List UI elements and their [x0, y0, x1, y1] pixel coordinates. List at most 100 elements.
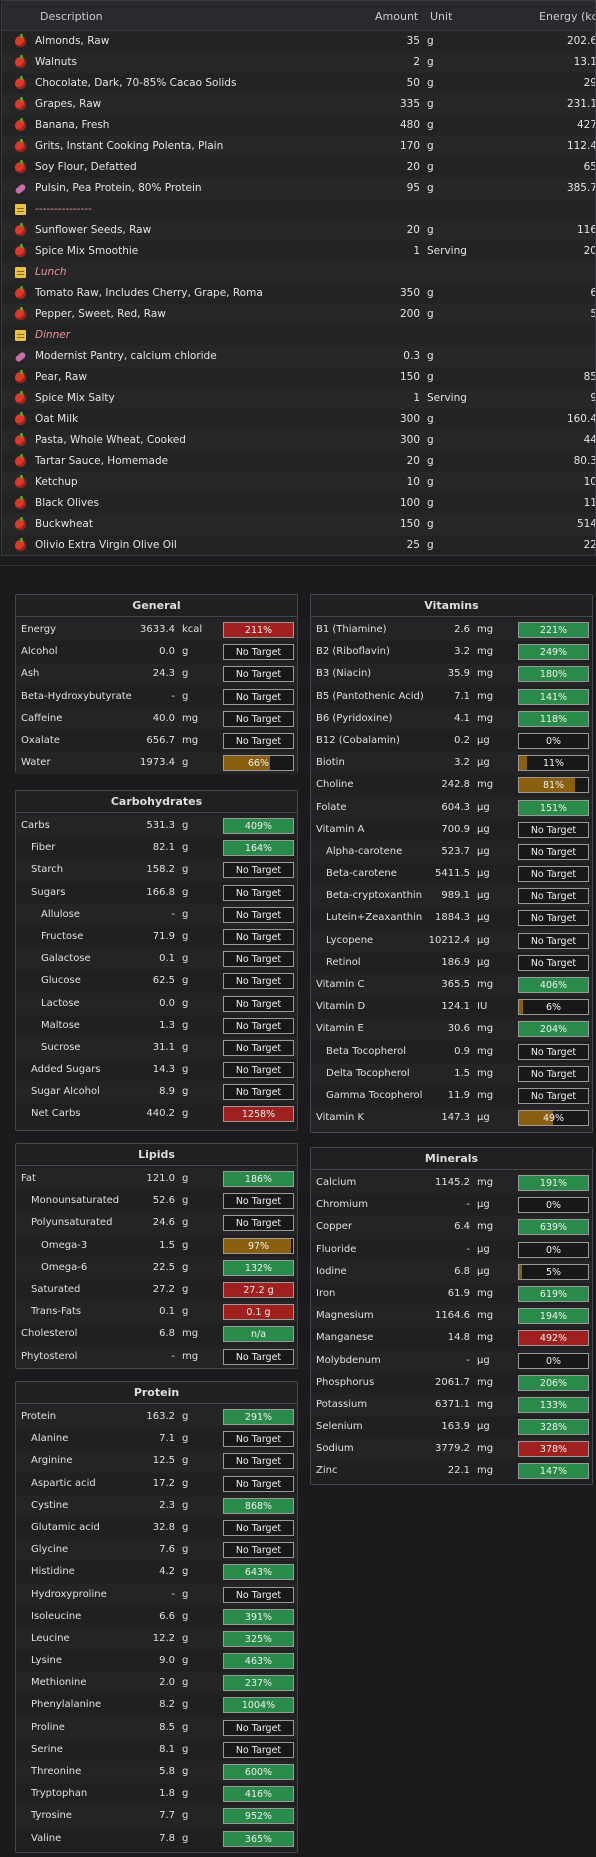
nutrient-row[interactable]: Glycine 7.6 g No Target	[16, 1539, 297, 1562]
nutrient-row[interactable]: Delta Tocopherol 1.5 mg No Target	[311, 1062, 592, 1085]
nutrient-row[interactable]: Beta Tocopherol 0.9 mg No Target	[311, 1041, 592, 1063]
nutrient-row[interactable]: Oxalate 656.7 mg No Target	[16, 730, 297, 752]
diary-food-row[interactable]: Buckwheat 150 g 514	[2, 514, 595, 535]
nutrient-row[interactable]: Beta-Hydroxybutyrate - g No Target	[16, 686, 297, 708]
nutrient-row[interactable]: Calcium 1145.2 mg 191%	[311, 1172, 592, 1195]
col-description-header[interactable]: Description	[40, 10, 103, 23]
nutrient-row[interactable]: Water 1973.4 g 66%	[16, 752, 297, 775]
diary-food-row[interactable]: Pasta, Whole Wheat, Cooked 300 g 44	[2, 430, 595, 451]
nutrient-row[interactable]: Gamma Tocopherol 11.9 mg No Target	[311, 1085, 592, 1107]
nutrient-row[interactable]: Histidine 4.2 g 643%	[16, 1561, 297, 1583]
nutrient-row[interactable]: Leucine 12.2 g 325%	[16, 1627, 297, 1651]
nutrient-row[interactable]: Alcohol 0.0 g No Target	[16, 641, 297, 663]
nutrient-row[interactable]: Lysine 9.0 g 463%	[16, 1650, 297, 1672]
nutrient-row[interactable]: Isoleucine 6.6 g 391%	[16, 1606, 297, 1628]
nutrient-row[interactable]: Cholesterol 6.8 mg n/a	[16, 1323, 297, 1345]
nutrient-row[interactable]: Maltose 1.3 g No Target	[16, 1015, 297, 1037]
diary-food-row[interactable]: Grits, Instant Cooking Polenta, Plain 170…	[2, 136, 595, 157]
nutrient-row[interactable]: Saturated 27.2 g 27.2 g	[16, 1279, 297, 1301]
nutrient-row[interactable]: Glutamic acid 32.8 g No Target	[16, 1517, 297, 1539]
diary-food-row[interactable]: Olivio Extra Virgin Olive Oil 25 g 22	[2, 535, 595, 555]
col-unit-header[interactable]: Unit	[430, 10, 452, 23]
nutrient-row[interactable]: Folate 604.3 µg 151%	[311, 796, 592, 819]
col-energy-header[interactable]: Energy (kcal	[539, 10, 595, 23]
nutrient-row[interactable]: Choline 242.8 mg 81%	[311, 774, 592, 796]
nutrient-row[interactable]: Lactose 0.0 g No Target	[16, 992, 297, 1015]
nutrient-row[interactable]: Lutein+Zeaxanthin 1884.3 µg No Target	[311, 907, 592, 929]
nutrient-row[interactable]: B6 (Pyridoxine) 4.1 mg 118%	[311, 707, 592, 730]
nutrient-row[interactable]: Beta-cryptoxanthin 989.1 µg No Target	[311, 885, 592, 908]
nutrient-row[interactable]: Iron 61.9 mg 619%	[311, 1283, 592, 1305]
nutrient-row[interactable]: Tryptophan 1.8 g 416%	[16, 1783, 297, 1805]
nutrient-row[interactable]: Vitamin E 30.6 mg 204%	[311, 1018, 592, 1041]
nutrient-row[interactable]: Retinol 186.9 µg No Target	[311, 952, 592, 974]
diary-note-row[interactable]: Dinner	[2, 325, 595, 346]
nutrient-row[interactable]: Hydroxyproline - g No Target	[16, 1583, 297, 1606]
nutrient-row[interactable]: B3 (Niacin) 35.9 mg 180%	[311, 663, 592, 686]
diary-food-row[interactable]: Soy Flour, Defatted 20 g 65	[2, 157, 595, 178]
nutrient-row[interactable]: Fluoride - µg 0%	[311, 1239, 592, 1261]
nutrient-row[interactable]: Manganese 14.8 mg 492%	[311, 1327, 592, 1349]
nutrient-row[interactable]: Potassium 6371.1 mg 133%	[311, 1393, 592, 1417]
nutrient-row[interactable]: Zinc 22.1 mg 147%	[311, 1460, 592, 1482]
nutrient-row[interactable]: Fiber 82.1 g 164%	[16, 837, 297, 859]
diary-food-row[interactable]: Spice Mix Smoothie 1 Serving 20	[2, 241, 595, 262]
nutrient-row[interactable]: B5 (Pantothenic Acid) 7.1 mg 141%	[311, 686, 592, 708]
nutrient-row[interactable]: Galactose 0.1 g No Target	[16, 948, 297, 971]
nutrient-row[interactable]: Valine 7.8 g 365%	[16, 1828, 297, 1850]
nutrient-row[interactable]: Phenylalanine 8.2 g 1004%	[16, 1694, 297, 1716]
diary-note-row[interactable]: Lunch	[2, 262, 595, 283]
nutrient-row[interactable]: B2 (Riboflavin) 3.2 mg 249%	[311, 641, 592, 663]
diary-food-row[interactable]: Ketchup 10 g 10	[2, 472, 595, 493]
nutrient-row[interactable]: Starch 158.2 g No Target	[16, 859, 297, 882]
diary-food-row[interactable]: Banana, Fresh 480 g 427	[2, 115, 595, 136]
nutrient-row[interactable]: Tyrosine 7.7 g 952%	[16, 1805, 297, 1828]
nutrient-row[interactable]: Selenium 163.9 µg 328%	[311, 1416, 592, 1438]
diary-food-row[interactable]: Pear, Raw 150 g 85	[2, 367, 595, 388]
nutrient-row[interactable]: Vitamin D 124.1 IU 6%	[311, 996, 592, 1018]
nutrient-row[interactable]: Carbs 531.3 g 409%	[16, 815, 297, 838]
nutrient-row[interactable]: Energy 3633.4 kcal 211%	[16, 619, 297, 642]
nutrient-row[interactable]: Sugars 166.8 g No Target	[16, 882, 297, 904]
nutrient-row[interactable]: Cystine 2.3 g 868%	[16, 1494, 297, 1517]
nutrient-row[interactable]: Molybdenum - µg 0%	[311, 1349, 592, 1372]
diary-food-row[interactable]: Pepper, Sweet, Red, Raw 200 g 5	[2, 304, 595, 325]
nutrient-row[interactable]: Protein 163.2 g 291%	[16, 1406, 297, 1429]
nutrient-row[interactable]: Ash 24.3 g No Target	[16, 663, 297, 686]
nutrient-row[interactable]: Vitamin C 365.5 mg 406%	[311, 974, 592, 997]
diary-food-row[interactable]: Pulsin, Pea Protein, 80% Protein 95 g 385.7	[2, 178, 595, 199]
nutrient-row[interactable]: Added Sugars 14.3 g No Target	[16, 1059, 297, 1081]
col-amount-header[interactable]: Amount	[375, 10, 418, 23]
nutrient-row[interactable]: Caffeine 40.0 mg No Target	[16, 707, 297, 730]
nutrient-row[interactable]: Sucrose 31.1 g No Target	[16, 1036, 297, 1060]
nutrient-row[interactable]: Trans-Fats 0.1 g 0.1 g	[16, 1301, 297, 1324]
nutrient-row[interactable]: Omega-3 1.5 g 97%	[16, 1235, 297, 1257]
nutrient-row[interactable]: Chromium - µg 0%	[311, 1194, 592, 1216]
nutrient-row[interactable]: Vitamin A 700.9 µg No Target	[311, 819, 592, 841]
diary-food-row[interactable]: Walnuts 2 g 13.1	[2, 52, 595, 73]
nutrient-row[interactable]: Aspartic acid 17.2 g No Target	[16, 1473, 297, 1495]
nutrient-row[interactable]: Lycopene 10212.4 µg No Target	[311, 929, 592, 952]
diary-food-row[interactable]: Black Olives 100 g 11	[2, 493, 595, 514]
nutrient-row[interactable]: Serine 8.1 g No Target	[16, 1739, 297, 1761]
nutrient-row[interactable]: Methionine 2.0 g 237%	[16, 1672, 297, 1695]
nutrient-row[interactable]: Arginine 12.5 g No Target	[16, 1450, 297, 1473]
nutrient-row[interactable]: Phytosterol - mg No Target	[16, 1345, 297, 1368]
diary-food-row[interactable]: Sunflower Seeds, Raw 20 g 116	[2, 220, 595, 241]
nutrient-row[interactable]: Iodine 6.8 µg 5%	[311, 1260, 592, 1283]
diary-food-row[interactable]: Tomato Raw, Includes Cherry, Grape, Roma…	[2, 283, 595, 304]
nutrient-row[interactable]: Phosphorus 2061.7 mg 206%	[311, 1372, 592, 1394]
nutrient-row[interactable]: Sugar Alcohol 8.9 g No Target	[16, 1081, 297, 1104]
nutrient-row[interactable]: B1 (Thiamine) 2.6 mg 221%	[311, 619, 592, 642]
diary-food-row[interactable]: Chocolate, Dark, 70-85% Cacao Solids 50 g 2…	[2, 73, 595, 94]
diary-food-row[interactable]: Spice Mix Salty 1 Serving 9	[2, 388, 595, 409]
diary-food-row[interactable]: Tartar Sauce, Homemade 20 g 80.3	[2, 451, 595, 472]
nutrient-row[interactable]: Fructose 71.9 g No Target	[16, 926, 297, 948]
diary-note-row[interactable]: ---------------	[2, 199, 595, 220]
nutrient-row[interactable]: Beta-carotene 5411.5 µg No Target	[311, 863, 592, 885]
nutrient-row[interactable]: Net Carbs 440.2 g 1258%	[16, 1103, 297, 1125]
nutrient-row[interactable]: Biotin 3.2 µg 11%	[311, 752, 592, 775]
nutrient-row[interactable]: Threonine 5.8 g 600%	[16, 1761, 297, 1784]
diary-food-row[interactable]: Almonds, Raw 35 g 202.6	[2, 31, 595, 52]
diary-food-row[interactable]: Oat Milk 300 g 160.4	[2, 409, 595, 430]
